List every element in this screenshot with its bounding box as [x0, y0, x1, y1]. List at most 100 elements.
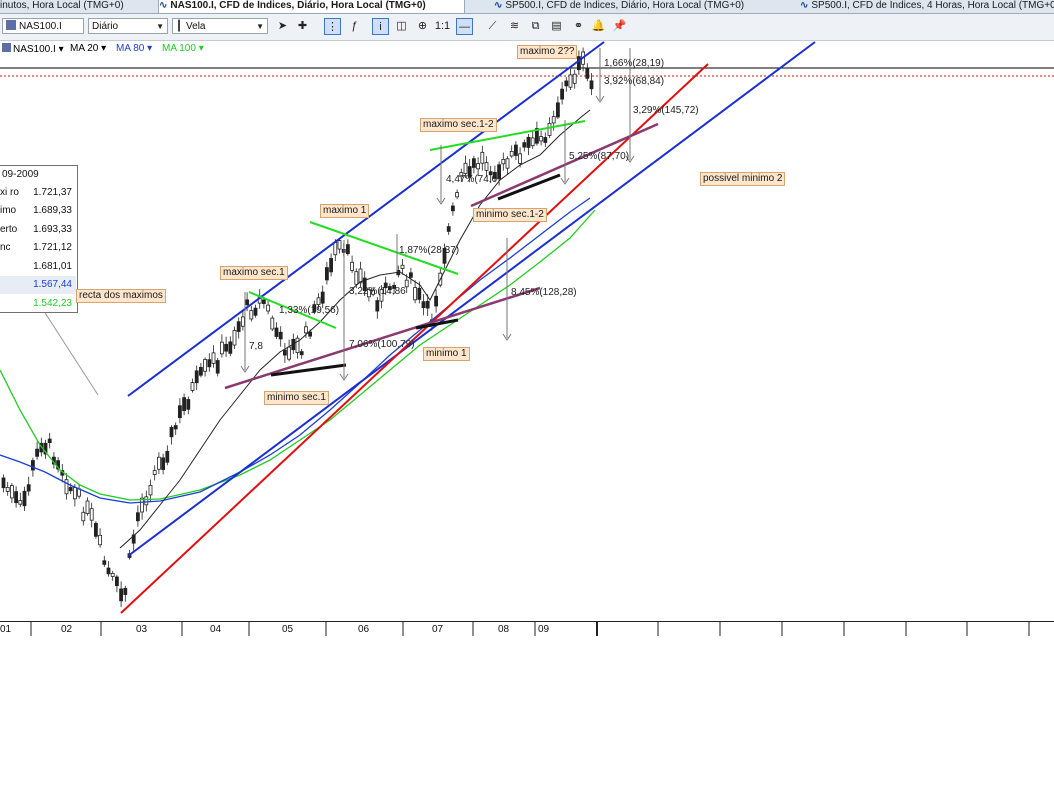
- candle-body: [350, 261, 355, 271]
- data-window-row: xi ro 1.721,37: [0, 187, 72, 198]
- candle-body: [354, 271, 359, 285]
- candle-body: [345, 244, 350, 255]
- axis-label: 03: [136, 624, 148, 635]
- candle-body: [434, 295, 439, 307]
- candle-body: [509, 150, 514, 157]
- candle-body: [173, 425, 178, 430]
- candle-body: [5, 487, 10, 492]
- candle-body: [228, 341, 233, 354]
- measure-label: 4,47%(74,0: [446, 174, 498, 185]
- candle-body: [198, 366, 203, 376]
- candle-body: [177, 405, 182, 419]
- annotation-possivel-minimo-2[interactable]: possivel minimo 2: [700, 172, 786, 186]
- annotation-minimo-sec-1[interactable]: minimo sec.1: [264, 391, 329, 405]
- axis-label: 04: [210, 624, 222, 635]
- candle-body: [501, 158, 506, 165]
- candle-body: [556, 102, 560, 118]
- candle-body: [333, 241, 338, 256]
- measure-label: 1,87%(28,37): [399, 245, 460, 256]
- candle-body: [232, 330, 237, 346]
- candle-body: [266, 304, 271, 312]
- candle-body: [203, 359, 208, 372]
- candle-body: [450, 205, 455, 212]
- candle-body: [480, 151, 485, 164]
- data-window-row: nc 1.721,12: [0, 242, 72, 253]
- candle-body: [106, 567, 111, 575]
- annotation-recta-dos-maximos[interactable]: recta dos maximos: [76, 289, 166, 303]
- candle-body: [186, 399, 191, 410]
- axis-label: 09: [538, 624, 550, 635]
- axis-label: 06: [358, 624, 370, 635]
- candle-body: [224, 343, 229, 352]
- axis-label: 07: [432, 624, 444, 635]
- candle-body: [165, 450, 170, 463]
- candle-body: [421, 301, 426, 309]
- candle-body: [463, 162, 468, 174]
- candle-body: [375, 300, 380, 312]
- candle-body: [358, 268, 363, 284]
- candle-body: [156, 456, 161, 470]
- candle-body: [505, 158, 510, 169]
- annotation-minimo-1[interactable]: minimo 1: [423, 347, 470, 361]
- candle-body: [551, 116, 556, 124]
- candle-body: [484, 162, 489, 171]
- candle-body: [282, 349, 287, 356]
- data-window-row: 1.567,44: [0, 276, 76, 294]
- candle-body: [245, 299, 250, 305]
- candle-body: [152, 470, 157, 475]
- time-axis[interactable]: 01 02 03 04 05 06 07 08 09: [0, 621, 1054, 638]
- candle-body: [240, 316, 245, 327]
- candle-body: [299, 351, 304, 356]
- candle-body: [236, 321, 241, 332]
- annotation-maximo-sec-1[interactable]: maximo sec.1: [220, 266, 288, 280]
- measurement-arrows: [240, 48, 635, 381]
- measure-label: 3,29%(145,72): [633, 105, 699, 116]
- data-window-date: 09-2009: [2, 169, 39, 180]
- candle-body: [14, 491, 19, 504]
- measure-label: 1,66%(28,19): [604, 58, 665, 69]
- candle-body: [413, 287, 418, 301]
- candle-body: [64, 479, 69, 495]
- candlesticks: [1, 47, 594, 608]
- candle-body: [568, 74, 573, 88]
- candle-body: [303, 326, 308, 334]
- candle-body: [119, 588, 123, 602]
- support-segment-sec1-2: [497, 173, 561, 201]
- candle-body: [73, 487, 77, 500]
- candle-body: [417, 287, 422, 300]
- candle-body: [81, 511, 86, 522]
- annotation-minimo-sec-1-2[interactable]: minimo sec.1-2: [473, 208, 547, 222]
- candle-body: [89, 508, 94, 521]
- data-window-panel[interactable]: 09-2009 xi ro 1.721,37 imo 1.689,33 erto 1.…: [0, 165, 78, 313]
- candle-body: [329, 258, 334, 273]
- candle-body: [94, 522, 98, 537]
- candle-body: [123, 587, 128, 595]
- ma-80-line: [0, 197, 591, 504]
- candle-body: [408, 272, 413, 278]
- candle-body: [194, 370, 199, 384]
- data-window-row: imo 1.689,33: [0, 205, 72, 216]
- candle-body: [249, 310, 254, 320]
- candle-body: [211, 352, 216, 364]
- candle-body: [585, 67, 590, 79]
- annotation-maximo-sec-1-2[interactable]: maximo sec.1-2: [420, 118, 497, 132]
- axis-label: 08: [498, 624, 510, 635]
- candle-body: [85, 500, 90, 514]
- candle-body: [148, 484, 153, 496]
- candle-body: [476, 163, 481, 170]
- data-window-row: erto 1.693,33: [0, 224, 72, 235]
- candle-body: [547, 122, 552, 136]
- annotation-maximo-1[interactable]: maximo 1: [320, 204, 370, 218]
- time-axis-ticks: [30, 622, 1030, 636]
- candle-body: [522, 142, 527, 148]
- candle-body: [320, 291, 325, 304]
- candle-body: [169, 427, 174, 438]
- price-chart[interactable]: [0, 0, 1054, 800]
- candle-body: [9, 485, 14, 499]
- candle-body: [219, 341, 224, 355]
- data-window-row: 1.542,23: [33, 298, 72, 309]
- measure-label: 3,22%(14,86: [349, 286, 406, 297]
- annotation-maximo-2[interactable]: maximo 2??: [517, 45, 578, 59]
- candle-body: [278, 331, 283, 340]
- candle-body: [337, 240, 342, 250]
